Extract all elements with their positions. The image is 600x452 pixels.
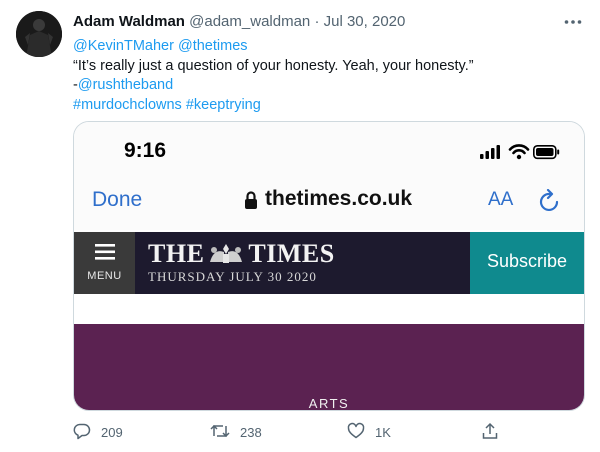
more-horizontal-icon[interactable] — [564, 12, 582, 30]
hamburger-icon — [95, 244, 115, 265]
quote-text: “It’s really just a question of your hon… — [73, 57, 474, 74]
attribution-line: -@rushtheband — [73, 76, 583, 96]
masthead-right: TIMES — [248, 239, 335, 268]
retweet-count: 238 — [240, 425, 262, 440]
hashtags-line: #murdochclowns #keeptrying — [73, 96, 583, 116]
reply-icon — [73, 422, 101, 443]
share-button[interactable] — [481, 422, 509, 443]
reload-icon — [539, 188, 561, 218]
phone-status-bar: 9:16 — [74, 122, 584, 180]
retweet-button[interactable]: 238 — [210, 422, 262, 443]
hashtag-link[interactable]: #keeptrying — [186, 97, 261, 113]
retweet-icon — [210, 422, 240, 443]
mention-link[interactable]: @rushtheband — [78, 77, 173, 93]
battery-icon — [533, 145, 560, 160]
like-icon — [347, 422, 375, 443]
separator: · — [314, 13, 320, 30]
mention-link[interactable]: @thetimes — [178, 38, 248, 54]
tweet-date[interactable]: Jul 30, 2020 — [324, 13, 406, 30]
tweet-actions: 209 238 1K — [73, 422, 513, 442]
reply-button[interactable]: 209 — [73, 422, 123, 443]
handle[interactable]: @adam_waldman — [189, 13, 310, 30]
display-name[interactable]: Adam Waldman — [73, 13, 185, 30]
section-label: ARTS — [308, 396, 350, 411]
attached-image[interactable]: 9:16 Done thetimes.co.uk AA MENU THE TIM… — [73, 121, 585, 411]
menu-button: MENU — [74, 232, 135, 294]
lock-icon — [244, 190, 258, 215]
tweet-text: @KevinTMaher @thetimes “It’s really just… — [73, 37, 583, 115]
like-count: 1K — [375, 425, 391, 440]
reply-count: 209 — [101, 425, 123, 440]
subscribe-button: Subscribe — [470, 232, 584, 294]
avatar[interactable] — [16, 11, 62, 57]
status-icons — [480, 144, 560, 165]
subscribe-label: Subscribe — [486, 251, 568, 271]
wifi-icon — [508, 144, 530, 160]
done-button: Done — [92, 188, 143, 211]
crest-icon — [206, 241, 246, 271]
status-time: 9:16 — [124, 139, 167, 162]
share-icon — [481, 422, 509, 443]
times-masthead: MENU THE TIMES THURSDAY JULY 30 2020 Subs… — [74, 232, 584, 294]
masthead-date: THURSDAY JULY 30 2020 — [148, 269, 317, 284]
tweet[interactable]: Adam Waldman @adam_waldman · Jul 30, 202… — [0, 0, 600, 452]
tweet-header: Adam Waldman @adam_waldman · Jul 30, 202… — [73, 13, 405, 30]
signal-icon — [480, 145, 500, 159]
hashtag-link[interactable]: #murdochclowns — [73, 97, 182, 113]
mentions-line: @KevinTMaher @thetimes — [73, 37, 583, 57]
like-button[interactable]: 1K — [347, 422, 391, 443]
menu-label: MENU — [87, 270, 122, 282]
url-domain: thetimes.co.uk — [265, 187, 413, 210]
masthead-left: THE — [148, 239, 205, 268]
mention-link[interactable]: @KevinTMaher — [73, 38, 174, 54]
content-gap — [74, 294, 584, 324]
text-size-button: AA — [488, 189, 514, 210]
times-logo: THE TIMES — [148, 239, 335, 271]
browser-url-bar: Done thetimes.co.uk AA — [74, 180, 584, 230]
